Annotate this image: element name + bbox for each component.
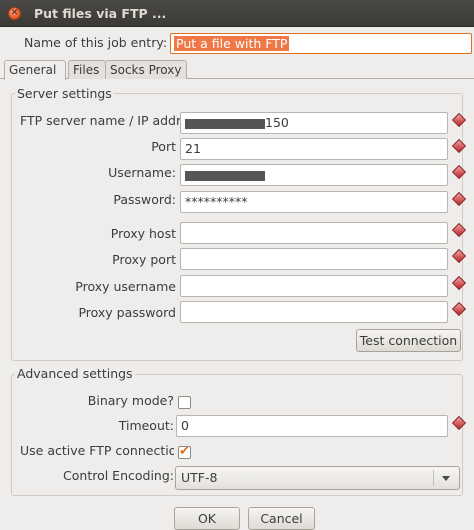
timeout-input[interactable]: 0 (176, 415, 448, 437)
title-bar: ✕ Put files via FTP ... (0, 0, 474, 27)
binary-mode-checkbox[interactable] (178, 396, 191, 409)
redacted-username (185, 170, 265, 181)
ftp-server-label: FTP server name / IP addr (20, 113, 182, 128)
test-connection-button[interactable]: Test connection (356, 329, 461, 352)
job-name-value: Put a file with FTP (174, 36, 290, 51)
proxy-port-label: Proxy port (112, 252, 176, 267)
proxy-port-input[interactable] (180, 248, 448, 270)
combo-separator (433, 470, 434, 486)
proxy-host-input[interactable] (180, 222, 448, 244)
control-encoding-label: Control Encoding: (63, 468, 174, 483)
password-input[interactable]: ********** (180, 191, 448, 213)
control-encoding-select[interactable]: UTF-8 (175, 466, 460, 490)
cancel-button[interactable]: Cancel (248, 507, 315, 530)
job-name-input[interactable]: Put a file with FTP (170, 33, 472, 54)
control-encoding-value: UTF-8 (181, 470, 218, 485)
job-name-label: Name of this job entry: (24, 35, 168, 50)
ftp-server-value: 150 (265, 115, 289, 130)
active-ftp-label: Use active FTP connectio (20, 443, 174, 458)
timeout-label: Timeout: (118, 418, 174, 433)
tab-socks-proxy[interactable]: Socks Proxy (105, 60, 187, 79)
proxy-username-input[interactable] (180, 275, 448, 297)
close-icon[interactable]: ✕ (8, 7, 21, 20)
tab-files[interactable]: Files (68, 60, 106, 79)
advanced-settings-title: Advanced settings (15, 366, 135, 381)
port-label: Port (151, 139, 176, 154)
proxy-password-label: Proxy password (78, 305, 176, 320)
chevron-down-icon (442, 476, 450, 481)
binary-mode-label: Binary mode? (87, 393, 174, 408)
redacted-host (185, 118, 265, 129)
proxy-password-input[interactable] (180, 301, 448, 323)
proxy-host-label: Proxy host (110, 226, 176, 241)
active-ftp-checkbox[interactable] (178, 444, 191, 459)
username-input[interactable] (180, 164, 448, 186)
proxy-username-label: Proxy username (75, 279, 176, 294)
tab-general[interactable]: General (4, 60, 66, 80)
server-settings-title: Server settings (15, 86, 114, 101)
port-input[interactable]: 21 (180, 138, 448, 160)
username-label: Username: (108, 165, 176, 180)
ok-button[interactable]: OK (174, 507, 240, 530)
password-label: Password: (113, 192, 176, 207)
window-title: Put files via FTP ... (34, 6, 167, 21)
ftp-server-input[interactable]: 150 (180, 112, 448, 134)
